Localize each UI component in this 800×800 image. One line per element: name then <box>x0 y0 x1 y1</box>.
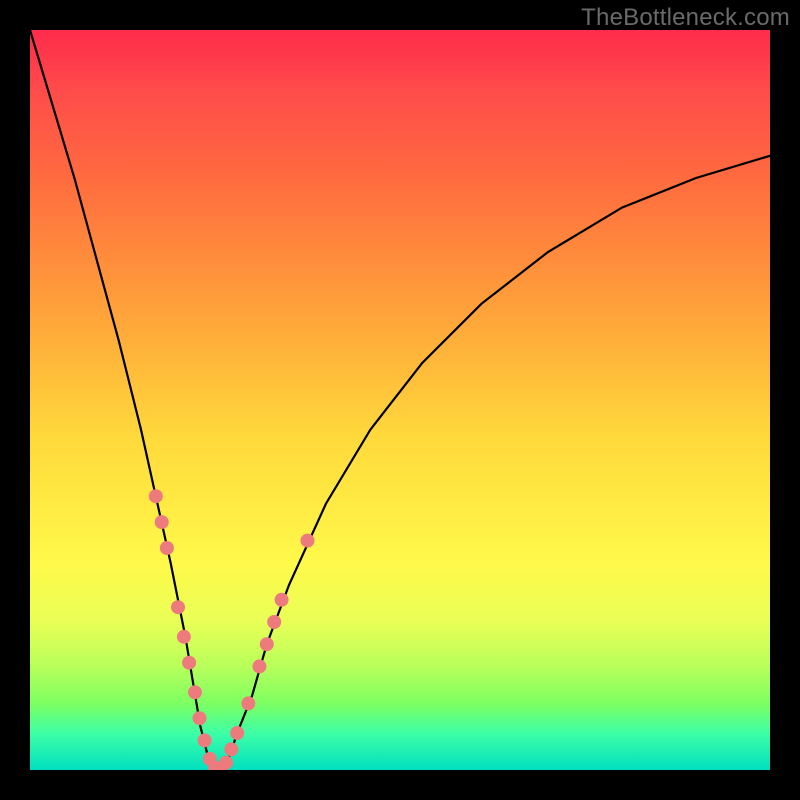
plot-area <box>30 30 770 770</box>
curve-marker <box>188 685 202 699</box>
curve-marker <box>260 637 274 651</box>
curve-marker <box>149 489 163 503</box>
curve-marker <box>171 600 185 614</box>
curve-marker <box>241 696 255 710</box>
bottleneck-curve <box>30 30 770 770</box>
curve-marker <box>252 659 266 673</box>
chart-frame: TheBottleneck.com <box>0 0 800 800</box>
curve-marker <box>160 541 174 555</box>
curve-marker <box>177 630 191 644</box>
curve-marker <box>155 515 169 529</box>
curve-marker <box>219 756 233 770</box>
curve-marker <box>230 726 244 740</box>
curve-marker <box>267 615 281 629</box>
curve-marker <box>301 534 315 548</box>
curve-marker <box>182 656 196 670</box>
curve-marker <box>275 593 289 607</box>
marker-group <box>149 489 315 770</box>
curve-marker <box>198 733 212 747</box>
curve-marker <box>224 742 238 756</box>
curve-marker <box>193 711 207 725</box>
watermark-text: TheBottleneck.com <box>581 4 790 32</box>
curve-layer <box>30 30 770 770</box>
